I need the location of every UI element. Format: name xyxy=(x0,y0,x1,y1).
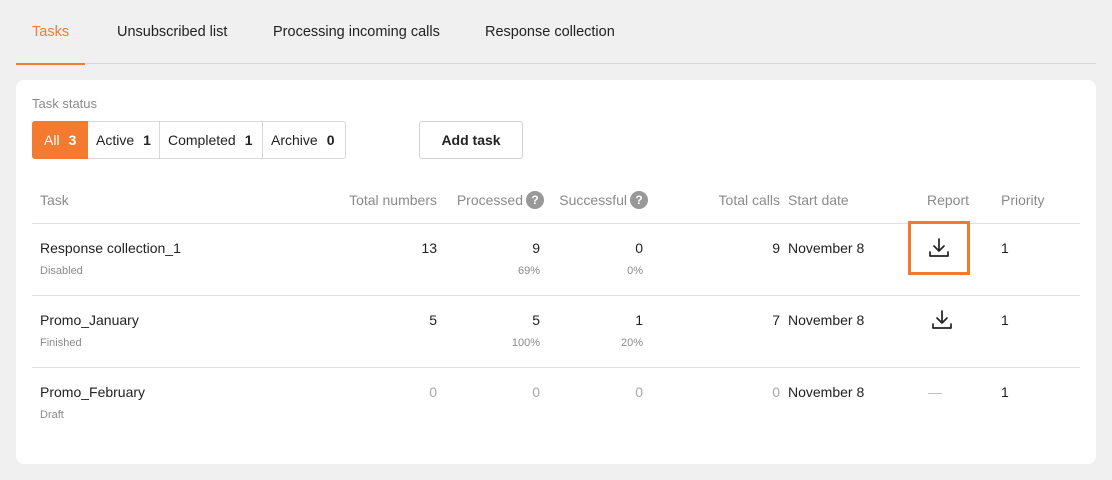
filter-completed-count: 1 xyxy=(244,132,253,148)
task-status-filter: All 3 Active 1 Completed 1 Archive 0 xyxy=(32,121,346,159)
filter-active[interactable]: Active 1 xyxy=(88,121,160,159)
header-task[interactable]: Task xyxy=(40,176,69,224)
processed-percent: 100% xyxy=(511,337,540,349)
total-calls: 7 xyxy=(772,312,780,328)
total-numbers: 13 xyxy=(421,240,437,256)
table-row[interactable]: Promo_January Finished 5 5 100% 1 20% 7 … xyxy=(32,296,1080,368)
header-processed[interactable]: Processed? xyxy=(457,176,544,224)
tab-tasks[interactable]: Tasks xyxy=(15,0,86,65)
task-name[interactable]: Response collection_1 xyxy=(40,240,181,256)
header-start-date[interactable]: Start date xyxy=(788,176,849,224)
question-circle-icon[interactable]: ? xyxy=(630,190,648,209)
top-tabs: Tasks Unsubscribed list Processing incom… xyxy=(15,0,1096,65)
task-name[interactable]: Promo_January xyxy=(40,312,139,328)
add-task-button[interactable]: Add task xyxy=(419,121,523,159)
task-status: Disabled xyxy=(40,265,83,277)
table-row[interactable]: Promo_February Draft 0 0 0 0 November 8 … xyxy=(32,368,1080,440)
table-header: Task Total numbers Processed? Successful… xyxy=(32,176,1080,224)
no-report-dash: — xyxy=(928,384,942,400)
total-numbers: 5 xyxy=(429,312,437,328)
tab-processing-incoming-calls[interactable]: Processing incoming calls xyxy=(273,0,440,64)
question-circle-icon[interactable]: ? xyxy=(526,190,544,209)
download-icon xyxy=(932,310,952,329)
priority[interactable]: 1 xyxy=(1001,240,1009,256)
task-name[interactable]: Promo_February xyxy=(40,384,145,400)
total-calls: 0 xyxy=(772,384,780,400)
priority[interactable]: 1 xyxy=(1001,384,1009,400)
start-date: November 8 xyxy=(788,312,865,328)
processed-percent: 69% xyxy=(517,265,540,277)
tab-unsubscribed-list[interactable]: Unsubscribed list xyxy=(117,0,227,64)
download-report-button[interactable] xyxy=(926,304,958,336)
priority[interactable]: 1 xyxy=(1001,312,1009,328)
start-date: November 8 xyxy=(788,240,865,256)
tasks-card: Task status All 3 Active 1 Completed 1 A… xyxy=(16,80,1096,464)
total-calls: 9 xyxy=(772,240,780,256)
filter-all[interactable]: All 3 xyxy=(32,121,88,159)
processed: 5 xyxy=(532,312,540,328)
filter-completed[interactable]: Completed 1 xyxy=(160,121,263,159)
filter-active-count: 1 xyxy=(143,132,151,148)
successful: 1 xyxy=(635,312,643,328)
header-processed-label: Processed xyxy=(456,192,523,208)
processed: 9 xyxy=(532,240,540,256)
successful: 0 xyxy=(635,240,643,256)
processed: 0 xyxy=(532,384,540,400)
start-date: November 8 xyxy=(788,384,865,400)
filter-all-label: All xyxy=(44,132,60,148)
header-successful-label: Successful xyxy=(559,192,627,208)
filter-archive-count: 0 xyxy=(326,132,335,148)
tab-response-collection[interactable]: Response collection xyxy=(485,0,615,64)
header-priority[interactable]: Priority xyxy=(1001,176,1045,224)
header-total-calls[interactable]: Total calls xyxy=(719,176,780,224)
tasks-table: Task Total numbers Processed? Successful… xyxy=(32,176,1080,440)
filter-archive-label: Archive xyxy=(271,132,318,148)
header-report: Report xyxy=(927,192,970,208)
total-numbers: 0 xyxy=(429,384,437,400)
successful: 0 xyxy=(635,384,643,400)
filter-all-count: 3 xyxy=(68,132,77,148)
table-row[interactable]: Response collection_1 Disabled 13 9 69% … xyxy=(32,221,1080,296)
task-status-title: Task status xyxy=(32,96,98,111)
successful-percent: 20% xyxy=(620,337,643,349)
filter-completed-label: Completed xyxy=(168,132,236,148)
task-status: Finished xyxy=(40,337,82,349)
header-successful[interactable]: Successful? xyxy=(559,176,648,224)
task-status: Draft xyxy=(40,409,64,421)
header-total-numbers[interactable]: Total numbers xyxy=(349,176,437,224)
download-report-button[interactable] xyxy=(908,221,970,275)
filter-active-label: Active xyxy=(96,132,135,148)
successful-percent: 0% xyxy=(627,265,643,277)
download-icon xyxy=(929,238,949,257)
filter-archive[interactable]: Archive 0 xyxy=(263,121,346,159)
